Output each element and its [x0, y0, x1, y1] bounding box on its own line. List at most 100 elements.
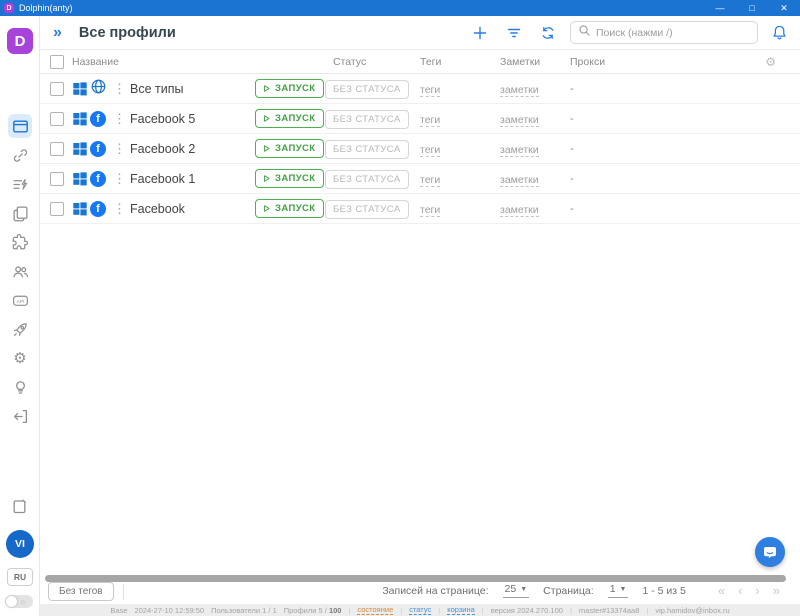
launch-button[interactable]: ЗАПУСК — [255, 139, 324, 158]
proxy-cell: - — [570, 203, 800, 215]
dolphin-logo[interactable]: D — [7, 28, 33, 54]
sidebar-item-logout[interactable] — [8, 404, 32, 428]
profile-name[interactable]: Facebook 2 — [130, 142, 255, 156]
row-menu-kebab-icon[interactable]: ⋮ — [113, 81, 130, 97]
notes-link[interactable]: заметки — [500, 174, 539, 187]
column-header-name[interactable]: Название — [72, 56, 333, 68]
sidebar-item-notes[interactable] — [11, 498, 28, 520]
launch-cell: ЗАПУСК — [255, 199, 325, 218]
launch-button[interactable]: ЗАПУСК — [255, 79, 324, 98]
sidebar: D API — [0, 16, 40, 616]
row-checkbox[interactable] — [50, 202, 64, 216]
status-badge[interactable]: БЕЗ СТАТУСА — [325, 110, 409, 129]
tags-link[interactable]: теги — [420, 174, 440, 187]
language-button[interactable]: RU — [7, 568, 33, 586]
launch-button[interactable]: ЗАПУСК — [255, 169, 324, 188]
sidebar-item-settings[interactable]: ⚙ — [8, 346, 32, 370]
status-cell: БЕЗ СТАТУСА — [325, 199, 420, 219]
launch-button[interactable]: ЗАПУСК — [255, 199, 324, 218]
status-badge[interactable]: БЕЗ СТАТУСА — [325, 80, 409, 99]
add-profile-button[interactable] — [471, 24, 488, 41]
support-chat-button[interactable] — [755, 537, 785, 567]
horizontal-scrollbar[interactable] — [45, 575, 786, 582]
sidebar-item-extensions[interactable] — [8, 230, 32, 254]
column-header-status[interactable]: Статус — [333, 56, 420, 68]
user-avatar[interactable]: VI — [6, 530, 34, 558]
logout-icon — [12, 408, 29, 425]
sidebar-item-proxy[interactable] — [8, 143, 32, 167]
page-select[interactable]: 1 ▼ — [608, 583, 629, 598]
status-badge[interactable]: БЕЗ СТАТУСА — [325, 200, 409, 219]
sidebar-item-ideas[interactable] — [8, 375, 32, 399]
row-menu-kebab-icon[interactable]: ⋮ — [113, 141, 130, 157]
no-tags-button[interactable]: Без тегов — [48, 582, 114, 601]
row-menu-kebab-icon[interactable]: ⋮ — [113, 171, 130, 187]
notes-cell: заметки — [500, 140, 570, 158]
first-page-button[interactable]: « — [718, 583, 725, 598]
row-checkbox[interactable] — [50, 82, 64, 96]
notes-link[interactable]: заметки — [500, 144, 539, 157]
theme-toggle[interactable]: ☼ — [5, 595, 33, 608]
last-page-button[interactable]: » — [773, 583, 780, 598]
sidebar-item-api[interactable]: API — [8, 288, 32, 312]
sidebar-item-launcher[interactable] — [8, 317, 32, 341]
profile-name[interactable]: Facebook 1 — [130, 172, 255, 186]
launch-cell: ЗАПУСК — [255, 139, 325, 158]
app-logo-icon: D — [4, 3, 14, 13]
tags-link[interactable]: теги — [420, 144, 440, 157]
profile-name[interactable]: Все типы — [130, 82, 255, 96]
profile-name[interactable]: Facebook 5 — [130, 112, 255, 126]
notifications-bell-icon[interactable] — [771, 24, 788, 41]
column-header-tags[interactable]: Теги — [420, 56, 500, 68]
columns-settings-gear-icon[interactable]: ⚙ — [765, 55, 800, 69]
minimize-button[interactable]: — — [704, 0, 736, 16]
select-all-checkbox[interactable] — [50, 55, 64, 69]
state-link[interactable]: состояние — [357, 605, 393, 615]
row-menu-kebab-icon[interactable]: ⋮ — [113, 201, 130, 217]
maximize-button[interactable]: □ — [736, 0, 768, 16]
sidebar-item-team[interactable] — [8, 259, 32, 283]
row-checkbox[interactable] — [50, 142, 64, 156]
prev-page-button[interactable]: ‹ — [738, 583, 742, 598]
status-link[interactable]: статус — [409, 605, 431, 615]
status-badge[interactable]: БЕЗ СТАТУСА — [325, 140, 409, 159]
column-header-notes[interactable]: Заметки — [500, 56, 570, 68]
rows-per-page-select[interactable]: 25 ▼ — [503, 583, 530, 598]
status-badge[interactable]: БЕЗ СТАТУСА — [325, 170, 409, 189]
close-button[interactable]: ✕ — [768, 0, 800, 16]
tags-link[interactable]: теги — [420, 204, 440, 217]
filter-icon[interactable] — [505, 24, 522, 41]
footer-left: Без тегов — [48, 582, 124, 601]
launch-button[interactable]: ЗАПУСК — [255, 109, 324, 128]
app-type-cell: f — [90, 78, 113, 100]
statusbar-separator: | — [570, 606, 572, 615]
windows-icon — [72, 81, 90, 97]
notes-link[interactable]: заметки — [500, 84, 539, 97]
table-row: f ⋮ Facebook 1 ЗАПУСК БЕЗ СТАТУСА теги з… — [40, 164, 800, 194]
row-checkbox[interactable] — [50, 112, 64, 126]
notes-cell: заметки — [500, 110, 570, 128]
next-page-button[interactable]: › — [755, 583, 759, 598]
row-checkbox[interactable] — [50, 172, 64, 186]
column-header-proxy[interactable]: Прокси — [570, 56, 765, 68]
sidebar-item-pages[interactable] — [8, 201, 32, 225]
tags-link[interactable]: теги — [420, 84, 440, 97]
notes-link[interactable]: заметки — [500, 114, 539, 127]
tags-link[interactable]: теги — [420, 114, 440, 127]
rows-per-page-value: 25 — [505, 583, 517, 595]
search-input[interactable] — [596, 27, 750, 39]
row-menu-kebab-icon[interactable]: ⋮ — [113, 111, 130, 127]
footer-divider — [123, 584, 124, 600]
sidebar-item-automation[interactable] — [8, 172, 32, 196]
version-text: версия 2024.270.100 — [491, 606, 563, 615]
expand-sidebar-icon[interactable]: » — [53, 25, 62, 41]
sidebar-item-profiles[interactable] — [8, 114, 32, 138]
notes-link[interactable]: заметки — [500, 204, 539, 217]
profile-name[interactable]: Facebook — [130, 202, 255, 216]
notes-cell: заметки — [500, 170, 570, 188]
search-icon — [578, 24, 591, 42]
refresh-icon[interactable] — [539, 24, 556, 41]
launch-label: ЗАПУСК — [275, 83, 315, 94]
launch-label: ЗАПУСК — [275, 173, 315, 184]
trash-link[interactable]: корзина — [447, 605, 475, 615]
